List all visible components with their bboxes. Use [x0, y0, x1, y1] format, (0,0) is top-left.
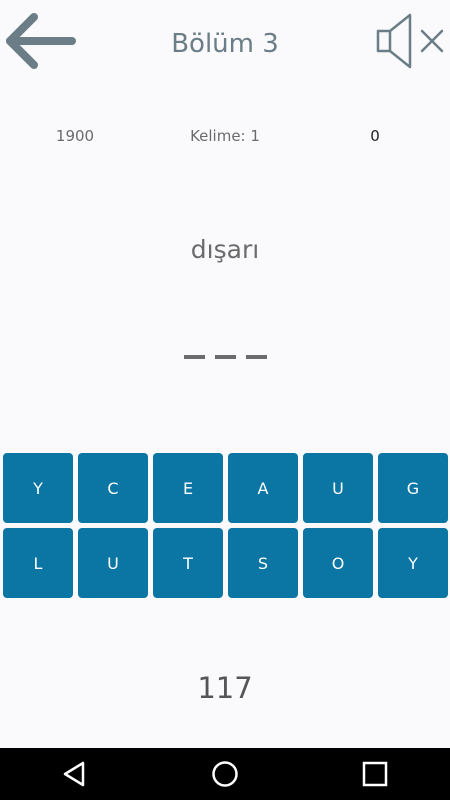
page-title: Bölüm 3 — [171, 29, 279, 59]
circle-home-icon — [212, 761, 238, 787]
nav-recents-button[interactable] — [340, 748, 410, 800]
letter-key[interactable]: C — [78, 453, 148, 523]
letter-keyboard: Y C E A U G L U T S O Y — [3, 453, 448, 598]
letter-key[interactable]: U — [303, 453, 373, 523]
sound-toggle-button[interactable] — [370, 6, 450, 76]
letter-key[interactable]: G — [378, 453, 448, 523]
speaker-muted-icon — [376, 13, 444, 69]
answer-slot — [183, 345, 205, 365]
clue-word: dışarı — [190, 235, 260, 264]
score-value: 1900 — [55, 127, 95, 145]
word-counter: Kelime: 1 — [190, 127, 260, 145]
letter-key[interactable]: Y — [3, 453, 73, 523]
remaining-counter: 117 — [197, 671, 253, 705]
triangle-back-icon — [63, 761, 85, 787]
letter-key[interactable]: O — [303, 528, 373, 598]
letter-key[interactable]: L — [3, 528, 73, 598]
arrow-left-icon — [6, 13, 76, 69]
answer-slots — [0, 345, 450, 365]
nav-home-button[interactable] — [190, 748, 260, 800]
hint-count: 0 — [370, 127, 380, 145]
answer-slot — [214, 345, 236, 365]
game-screen: Bölüm 3 1900 Kelime: 1 0 dışarı Y C E A … — [0, 0, 450, 748]
letter-key[interactable]: A — [228, 453, 298, 523]
system-nav-bar — [0, 748, 450, 800]
letter-key[interactable]: Y — [378, 528, 448, 598]
letter-key[interactable]: T — [153, 528, 223, 598]
letter-key[interactable]: U — [78, 528, 148, 598]
square-recents-icon — [362, 761, 388, 787]
nav-back-button[interactable] — [40, 748, 110, 800]
letter-key[interactable]: E — [153, 453, 223, 523]
letter-key[interactable]: S — [228, 528, 298, 598]
answer-slot — [245, 345, 267, 365]
back-button[interactable] — [0, 8, 80, 74]
